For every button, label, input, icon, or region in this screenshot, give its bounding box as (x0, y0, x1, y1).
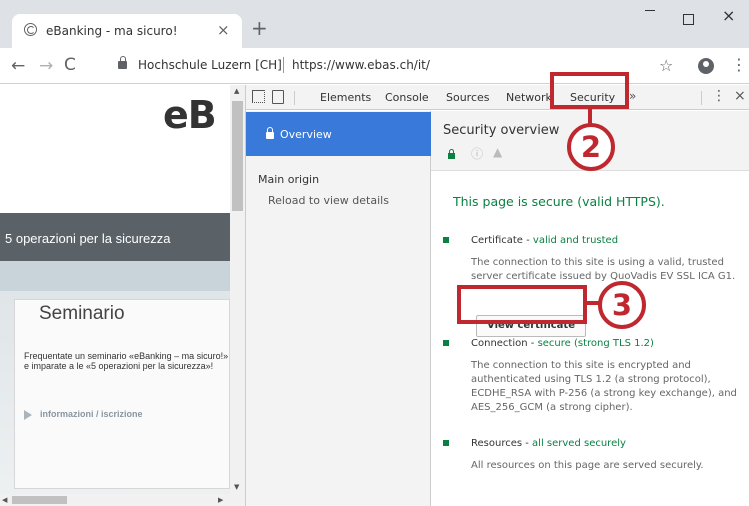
toolbar-divider (701, 91, 702, 105)
certificate-description: The connection to this site is using a v… (471, 257, 736, 282)
step-2-marker: 2 (567, 123, 615, 171)
secure-lock-icon (448, 149, 455, 159)
certificate-status-icon (443, 237, 449, 243)
seminar-link-label: informazioni / iscrizione (40, 409, 143, 419)
step-3-marker: 3 (598, 281, 646, 329)
scroll-left-icon[interactable]: ◀ (2, 496, 7, 504)
security-sidebar: Overview Main origin Reload to view deta… (246, 111, 431, 506)
resources-title: Resources - all served securely (471, 438, 626, 449)
devtools-menu-icon[interactable]: ⋮ (712, 88, 726, 104)
window-close-button[interactable]: × (722, 6, 735, 25)
lock-icon (266, 127, 274, 139)
connection-description: The connection to this site is encrypted… (471, 360, 737, 413)
resources-status-icon (443, 440, 449, 446)
globe-icon (24, 23, 37, 36)
device-toolbar-icon[interactable] (272, 90, 284, 104)
forward-button[interactable]: → (39, 56, 53, 76)
title-bar: eBanking - ma sicuro! × + × (0, 0, 749, 48)
vertical-scroll-thumb[interactable] (232, 101, 243, 211)
browser-menu-icon[interactable]: ⋮ (731, 55, 747, 74)
overview-label: Overview (280, 128, 332, 141)
reload-hint[interactable]: Reload to view details (268, 194, 389, 207)
seminar-link[interactable]: informazioni / iscrizione (24, 409, 143, 420)
reload-button[interactable]: C (64, 55, 76, 75)
tab-console[interactable]: Console (385, 91, 429, 104)
seminar-card: Seminario (14, 299, 230, 489)
url-divider (283, 57, 284, 73)
sidebar-item-overview[interactable]: Overview (246, 112, 431, 156)
page-band-light (0, 261, 230, 291)
resources-description: All resources on this page are served se… (471, 460, 704, 471)
scroll-down-icon[interactable]: ▼ (234, 483, 239, 491)
resources-label: Resources - (471, 438, 533, 449)
devtools-toolbar: Elements Console Sources Network Securit… (246, 85, 749, 110)
account-icon[interactable] (698, 58, 714, 74)
more-tabs-button[interactable]: » (629, 89, 636, 103)
main-origin-heading: Main origin (258, 173, 320, 186)
back-button[interactable]: ← (11, 56, 25, 76)
connection-status: secure (strong TLS 1.2) (537, 338, 654, 349)
site-identity: Hochschule Luzern [CH] (138, 58, 282, 72)
certificate-status: valid and trusted (532, 235, 619, 246)
scroll-right-icon[interactable]: ▶ (218, 496, 223, 504)
url-text[interactable]: https://www.ebas.ch/it/ (292, 58, 430, 72)
browser-tab[interactable]: eBanking - ma sicuro! × (12, 14, 242, 48)
connection-title: Connection - secure (strong TLS 1.2) (471, 338, 654, 349)
site-logo[interactable]: eB (163, 93, 217, 137)
connection-label: Connection - (471, 338, 538, 349)
tab-title: eBanking - ma sicuro! (46, 24, 178, 38)
security-tab-highlight (550, 72, 629, 109)
tab-close-icon[interactable]: × (217, 21, 230, 39)
tab-network[interactable]: Network (506, 91, 552, 104)
bookmark-star-icon[interactable]: ☆ (659, 56, 673, 75)
tab-sources[interactable]: Sources (446, 91, 490, 104)
secure-headline: This page is secure (valid HTTPS). (453, 194, 665, 209)
connection-status-icon (443, 340, 449, 346)
resources-status: all served securely (532, 438, 626, 449)
horizontal-scroll-thumb[interactable] (12, 496, 67, 504)
play-icon (24, 409, 32, 420)
devtools-close-icon[interactable]: × (734, 88, 746, 104)
maximize-button[interactable] (683, 14, 694, 25)
page-vertical-scrollbar[interactable]: ▲ ▼ (230, 85, 245, 495)
view-certificate-highlight (457, 285, 587, 324)
step-3-connector (585, 301, 599, 305)
banner-text[interactable]: 5 operazioni per la sicurezza (5, 231, 170, 246)
certificate-label: Certificate - (471, 235, 533, 246)
certificate-title: Certificate - valid and trusted (471, 235, 618, 246)
warning-icon: ▲ (493, 145, 503, 159)
seminar-text: Frequentate un seminario «eBanking – ma … (24, 351, 229, 371)
tab-elements[interactable]: Elements (320, 91, 371, 104)
info-icon: ⓘ (471, 147, 484, 161)
step-2-connector (588, 107, 592, 124)
web-page: eB 5 operazioni per la sicurezza Seminar… (0, 85, 230, 506)
scroll-up-icon[interactable]: ▲ (234, 87, 239, 95)
lock-icon[interactable] (118, 56, 127, 69)
security-title: Security overview (443, 123, 560, 138)
minimize-button[interactable] (645, 10, 655, 11)
new-tab-button[interactable]: + (251, 18, 268, 38)
toolbar-divider (294, 91, 295, 105)
seminar-title: Seminario (39, 303, 125, 324)
inspect-element-icon[interactable] (252, 90, 265, 103)
page-horizontal-scrollbar[interactable]: ◀ ▶ (0, 494, 245, 506)
browser-toolbar: ← → C Hochschule Luzern [CH] https://www… (0, 48, 749, 84)
